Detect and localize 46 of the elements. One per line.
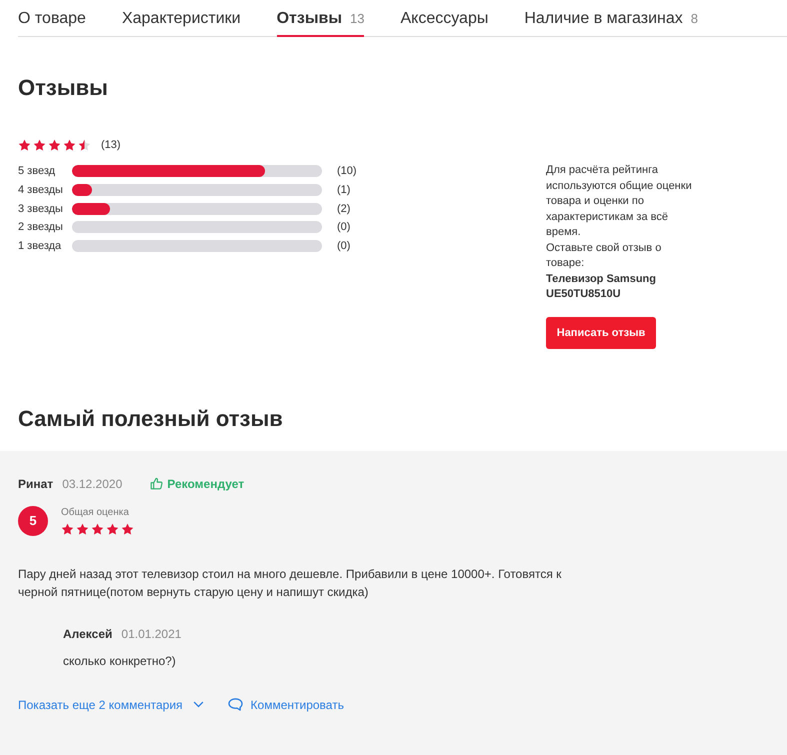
score-label: Общая оценка — [61, 506, 130, 520]
section-heading: Отзывы — [18, 74, 108, 102]
review-count: (1) — [337, 184, 350, 196]
star-level-label: 3 звезды — [18, 202, 64, 215]
star-icon — [106, 522, 119, 536]
review-prompt: Оставьте свой отзыв о товаре: — [546, 240, 662, 271]
star-icon — [61, 522, 74, 536]
tab[interactable]: Отзывы 13 — [276, 0, 364, 37]
star-icon — [48, 139, 61, 152]
tab[interactable]: Аксессуары — [400, 0, 488, 37]
product-name: Телевизор Samsung UE50TU8510U — [546, 272, 657, 302]
comment-date: 01.01.2021 — [121, 626, 182, 640]
review-count: (2) — [337, 202, 350, 215]
chevron-down-icon — [192, 701, 204, 708]
thumbs-up-icon — [150, 477, 164, 490]
star-level-label: 5 звезд — [18, 165, 56, 178]
star-level-label: 2 звезды — [18, 221, 64, 234]
score-badge: 5 — [18, 506, 48, 536]
comment-link[interactable]: Комментировать — [228, 696, 344, 714]
author-name: Ринат — [18, 476, 54, 490]
star-level-label: 4 звезды — [18, 184, 64, 196]
star-icon — [18, 139, 31, 152]
show-more-comments-link[interactable]: Показать еще 2 комментария — [18, 696, 204, 714]
tab[interactable]: Наличие в магазинах 8 — [524, 0, 698, 37]
comment-text: сколько конкретно?) — [63, 652, 176, 668]
review-text: Пару дней назад этот телевизор стоил на много дешевле. Прибавили в цене 10000+. Готовятся к черной пятнице(потом вернуть старую цену и напишут скидка) — [18, 566, 562, 600]
section-heading: Самый полезный отзыв — [18, 404, 283, 432]
star-icon — [63, 139, 76, 152]
star-icon — [91, 522, 104, 536]
star-level-label: 1 звезда — [18, 240, 62, 252]
star-icon — [121, 522, 134, 536]
star-icon — [33, 139, 46, 152]
review-date: 03.12.2020 — [62, 476, 122, 490]
write-review-button[interactable]: Написать отзыв — [546, 316, 656, 348]
review-count: (0) — [337, 221, 350, 234]
review-count: (0) — [337, 240, 350, 252]
author-name: Алексей — [63, 626, 112, 640]
tab[interactable]: Характеристики — [122, 0, 241, 37]
chat-bubble-icon — [228, 698, 243, 711]
rating-info-text: Для расчёта рейтинга используются общие оценки товара и оценки по характеристикам за всё время. — [546, 163, 693, 240]
review-count: (10) — [337, 165, 357, 178]
review-total: (13) — [101, 139, 121, 152]
tab[interactable]: О товаре — [18, 0, 86, 37]
star-icon — [76, 522, 89, 536]
recommend-label: Рекомендует — [167, 476, 244, 490]
star-icon — [78, 139, 91, 152]
